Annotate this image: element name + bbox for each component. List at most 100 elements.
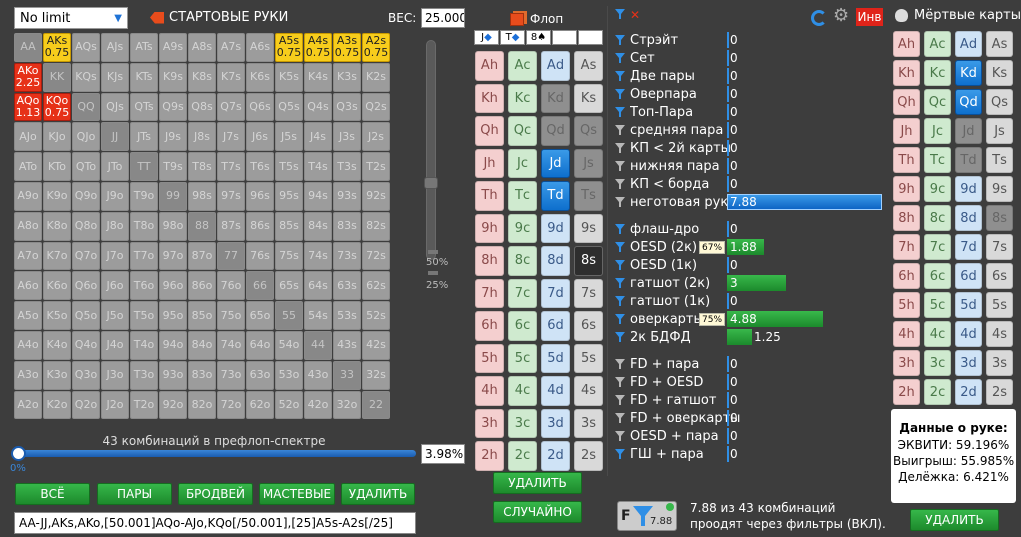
hand-cell[interactable]: 94s — [304, 181, 332, 211]
cards-icon[interactable] — [510, 12, 524, 26]
hand-cell[interactable]: 92s — [362, 181, 390, 211]
hand-cell[interactable]: J5o — [101, 301, 129, 330]
hand-cell[interactable]: 93s — [333, 181, 361, 211]
hand-cell[interactable]: 88 — [188, 211, 216, 241]
dead-card[interactable]: 3s — [986, 350, 1013, 376]
dead-card[interactable]: Jd — [955, 118, 982, 144]
hand-cell[interactable]: A4s 0.75 — [304, 33, 332, 62]
filter-funnel-icon[interactable] — [615, 431, 625, 441]
hand-cell[interactable]: Q9s — [159, 92, 187, 122]
hand-cell[interactable]: J7s — [217, 122, 245, 152]
flop-card[interactable]: 2s — [574, 441, 603, 471]
filter-row[interactable]: Сет — [615, 49, 740, 67]
filter-funnel-icon[interactable] — [615, 143, 625, 153]
hand-cell[interactable]: 94o — [159, 330, 187, 360]
flop-card[interactable]: 6d — [541, 311, 570, 341]
hand-cell[interactable]: 54o — [275, 330, 303, 360]
dead-card[interactable]: 9c — [924, 176, 951, 202]
hand-cell[interactable]: J6s — [246, 122, 274, 152]
flop-card[interactable]: Ks — [574, 83, 603, 113]
dead-card[interactable]: Ks — [986, 60, 1013, 86]
weight-slider-handle[interactable] — [424, 177, 438, 189]
filter-row[interactable]: FD + пара — [615, 355, 740, 373]
hand-cell[interactable]: J4o — [101, 330, 129, 360]
dead-card[interactable]: Kd — [955, 60, 982, 86]
flop-card[interactable]: 2c — [508, 441, 537, 471]
clear-filters-icon[interactable]: ✕ — [630, 8, 640, 22]
range-slider-handle[interactable] — [11, 446, 26, 461]
hand-cell[interactable]: T6s — [246, 152, 274, 181]
weight-input[interactable]: 25.000 — [421, 8, 465, 28]
filter-funnel-icon[interactable] — [615, 260, 625, 270]
hand-cell[interactable]: 97o — [159, 241, 187, 271]
hand-cell[interactable]: 53o — [275, 360, 303, 390]
flop-card[interactable]: 5c — [508, 343, 537, 373]
board-slot[interactable]: 8 ♠ — [526, 30, 551, 45]
filter-funnel-icon[interactable] — [615, 332, 625, 342]
hand-cell[interactable]: ATo — [14, 152, 42, 181]
hand-cell[interactable]: ATs — [130, 33, 158, 62]
hand-cell[interactable]: 99 — [159, 181, 187, 211]
filter-row[interactable]: FD + оверкарты — [615, 409, 740, 427]
dead-card[interactable]: 5h — [893, 292, 920, 318]
hand-cell[interactable]: AJo — [14, 122, 42, 152]
hand-cell[interactable]: T2o — [130, 390, 158, 420]
dead-card[interactable]: 9d — [955, 176, 982, 202]
board-slot[interactable] — [578, 30, 603, 45]
filter-row[interactable]: гатшот (2к) — [615, 274, 740, 292]
hand-cell[interactable]: 93o — [159, 360, 187, 390]
hand-cell[interactable]: J6o — [101, 271, 129, 301]
hand-cell[interactable]: T3o — [130, 360, 158, 390]
hand-cell[interactable]: A6s — [246, 33, 274, 62]
dead-card[interactable]: Tc — [924, 147, 951, 173]
hand-cell[interactable]: Q5s — [275, 92, 303, 122]
hand-cell[interactable]: 33 — [333, 360, 361, 390]
flop-card[interactable]: 6s — [574, 311, 603, 341]
hand-cell[interactable]: TT — [130, 152, 158, 181]
hand-cell[interactable]: A9o — [14, 181, 42, 211]
filter-funnel-icon[interactable] — [615, 197, 625, 207]
dead-card[interactable]: 7h — [893, 234, 920, 260]
dead-card[interactable]: Qs — [986, 89, 1013, 115]
filter-row[interactable]: гатшот (1к) — [615, 292, 740, 310]
flop-card[interactable]: Qd — [541, 116, 570, 146]
hand-cell[interactable]: QTs — [130, 92, 158, 122]
flop-card[interactable]: 5d — [541, 343, 570, 373]
flop-card[interactable]: 6h — [475, 311, 504, 341]
hand-cell[interactable]: 95o — [159, 301, 187, 330]
hand-cell[interactable]: A6o — [14, 271, 42, 301]
dead-card[interactable]: Kh — [893, 60, 920, 86]
hand-cell[interactable]: 74s — [304, 241, 332, 271]
flop-card[interactable]: 8h — [475, 246, 504, 276]
dead-card[interactable]: Td — [955, 147, 982, 173]
hand-cell[interactable]: T5o — [130, 301, 158, 330]
filter-funnel-icon[interactable] — [615, 161, 625, 171]
flop-card[interactable]: 5s — [574, 343, 603, 373]
hand-cell[interactable]: T5s — [275, 152, 303, 181]
dead-card[interactable]: 7c — [924, 234, 951, 260]
hand-cell[interactable]: J7o — [101, 241, 129, 271]
hand-cell[interactable]: A3s 0.75 — [333, 33, 361, 62]
flop-card[interactable]: 5h — [475, 343, 504, 373]
hand-cell[interactable]: J9o — [101, 181, 129, 211]
dead-card[interactable]: 8d — [955, 205, 982, 231]
hand-cell[interactable]: A3o — [14, 360, 42, 390]
flop-card[interactable]: 8d — [541, 246, 570, 276]
hand-cell[interactable]: T8o — [130, 211, 158, 241]
flop-card[interactable]: 7h — [475, 278, 504, 308]
hand-cell[interactable]: 65s — [275, 271, 303, 301]
hand-cell[interactable]: 63o — [246, 360, 274, 390]
dead-card[interactable]: Jh — [893, 118, 920, 144]
flop-card[interactable]: 9c — [508, 213, 537, 243]
hand-cell[interactable]: A7s — [217, 33, 245, 62]
hand-cell[interactable]: AQo 1.13 — [14, 92, 42, 122]
hand-cell[interactable]: 97s — [217, 181, 245, 211]
filter-funnel-icon[interactable] — [615, 296, 625, 306]
flop-card[interactable]: 4c — [508, 376, 537, 406]
filter-row[interactable]: Оверпара — [615, 85, 740, 103]
hand-cell[interactable]: 74o — [217, 330, 245, 360]
invert-button[interactable]: Инв — [856, 8, 883, 26]
filter-funnel-icon[interactable] — [615, 9, 625, 19]
dead-card[interactable]: 4c — [924, 321, 951, 347]
hand-cell[interactable]: 83s — [333, 211, 361, 241]
